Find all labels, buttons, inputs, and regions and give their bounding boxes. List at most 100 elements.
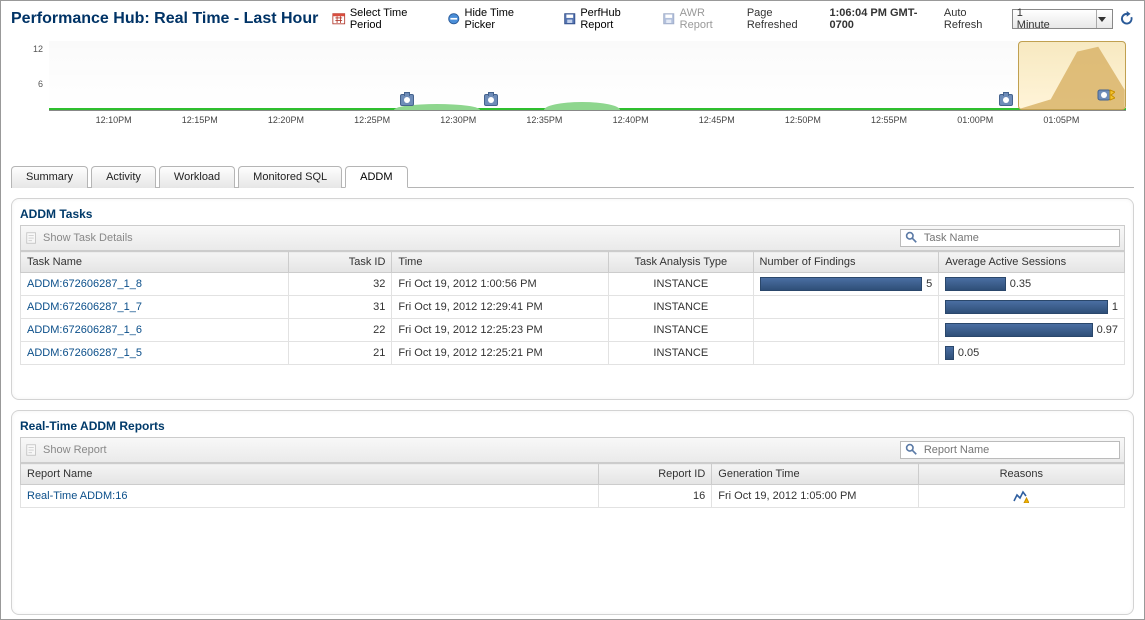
x-tick: 12:55PM xyxy=(871,115,907,125)
task-name-link[interactable]: ADDM:672606287_1_5 xyxy=(27,347,142,359)
task-name-link[interactable]: ADDM:672606287_1_8 xyxy=(27,278,142,290)
report-id: 16 xyxy=(598,485,711,508)
addm-reports-title: Real-Time ADDM Reports xyxy=(20,415,1125,437)
show-task-details-button: Show Task Details xyxy=(25,231,133,245)
app-window: Performance Hub: Real Time - Last Hour S… xyxy=(0,0,1145,620)
task-analysis-type: INSTANCE xyxy=(609,296,753,319)
addm-reports-panel: Real-Time ADDM Reports Show Report Repor… xyxy=(11,410,1134,615)
task-id: 32 xyxy=(289,273,392,296)
tab-workload[interactable]: Workload xyxy=(159,166,235,188)
table-header-row: Task Name Task ID Time Task Analysis Typ… xyxy=(21,252,1125,273)
x-tick: 12:25PM xyxy=(354,115,390,125)
perfhub-report-label: PerfHub Report xyxy=(580,7,654,31)
chevron-down-icon xyxy=(1096,10,1107,28)
addm-tasks-title: ADDM Tasks xyxy=(20,203,1125,225)
sessions-bar: 0.05 xyxy=(945,346,1118,360)
addm-tasks-panel: ADDM Tasks Show Task Details Task Name xyxy=(11,198,1134,400)
col-generation-time[interactable]: Generation Time xyxy=(712,464,918,485)
show-task-details-label: Show Task Details xyxy=(43,232,133,244)
chart-plot[interactable] xyxy=(49,41,1126,111)
task-search-input[interactable] xyxy=(922,231,1115,245)
addm-reports-table: Report Name Report ID Generation Time Re… xyxy=(20,463,1125,508)
snapshot-icon[interactable] xyxy=(999,94,1013,106)
addm-marker-icon[interactable] xyxy=(1097,87,1115,106)
col-report-id[interactable]: Report ID xyxy=(598,464,711,485)
task-name-link[interactable]: ADDM:672606287_1_7 xyxy=(27,301,142,313)
col-task-id[interactable]: Task ID xyxy=(289,252,392,273)
chart-y-axis: 12 6 xyxy=(27,43,43,119)
x-tick: 12:45PM xyxy=(699,115,735,125)
page-refreshed-label: Page Refreshed xyxy=(747,7,824,31)
tab-monitored-sql[interactable]: Monitored SQL xyxy=(238,166,342,188)
task-analysis-type: INSTANCE xyxy=(609,273,753,296)
auto-refresh-value: 1 Minute xyxy=(1017,7,1057,31)
x-tick: 01:00PM xyxy=(957,115,993,125)
table-row[interactable]: ADDM:672606287_1_7 31Fri Oct 19, 2012 12:… xyxy=(21,296,1125,319)
chart-warning-icon xyxy=(1013,489,1029,503)
auto-refresh-select[interactable]: 1 Minute xyxy=(1012,9,1113,29)
details-icon xyxy=(25,231,39,245)
tab-summary[interactable]: Summary xyxy=(11,166,88,188)
addm-tasks-action-row: Show Task Details xyxy=(20,225,1125,251)
task-name-link[interactable]: ADDM:672606287_1_6 xyxy=(27,324,142,336)
col-time[interactable]: Time xyxy=(392,252,609,273)
header-right-group: Page Refreshed 1:06:04 PM GMT-0700 Auto … xyxy=(747,7,1134,31)
search-icon xyxy=(905,443,918,457)
x-tick: 12:20PM xyxy=(268,115,304,125)
save-icon xyxy=(662,12,676,26)
auto-refresh-label: Auto Refresh xyxy=(944,7,1006,31)
sessions-bar: 1 xyxy=(945,300,1118,314)
show-report-label: Show Report xyxy=(43,444,107,456)
x-tick: 12:50PM xyxy=(785,115,821,125)
x-tick: 12:35PM xyxy=(526,115,562,125)
report-search-input[interactable] xyxy=(922,443,1115,457)
task-time: Fri Oct 19, 2012 12:25:21 PM xyxy=(392,342,609,365)
addm-reports-action-row: Show Report xyxy=(20,437,1125,463)
hide-time-picker-label: Hide Time Picker xyxy=(465,7,545,31)
refresh-button[interactable] xyxy=(1119,11,1134,27)
report-reasons[interactable] xyxy=(918,485,1124,508)
col-task-name[interactable]: Task Name xyxy=(21,252,289,273)
table-row[interactable]: ADDM:672606287_1_8 32Fri Oct 19, 2012 1:0… xyxy=(21,273,1125,296)
minus-circle-icon xyxy=(447,12,461,26)
col-sessions[interactable]: Average Active Sessions xyxy=(939,252,1125,273)
perfhub-report-button[interactable]: PerfHub Report xyxy=(563,7,654,31)
task-analysis-type: INSTANCE xyxy=(609,319,753,342)
snapshot-icon[interactable] xyxy=(400,94,414,106)
findings-bar: 5 xyxy=(760,277,933,291)
time-picker-chart[interactable]: 12 6 12:10PM12:15PM12:20PM12:25PM12:30PM… xyxy=(9,37,1136,147)
task-analysis-type: INSTANCE xyxy=(609,342,753,365)
report-search-box[interactable] xyxy=(900,441,1120,459)
hide-time-picker-button[interactable]: Hide Time Picker xyxy=(447,7,545,31)
select-time-period-button[interactable]: Select Time Period xyxy=(332,7,439,31)
task-time: Fri Oct 19, 2012 1:00:56 PM xyxy=(392,273,609,296)
header-toolbar: Performance Hub: Real Time - Last Hour S… xyxy=(5,5,1140,35)
task-id: 31 xyxy=(289,296,392,319)
col-analysis-type[interactable]: Task Analysis Type xyxy=(609,252,753,273)
x-tick: 12:40PM xyxy=(613,115,649,125)
task-time: Fri Oct 19, 2012 12:29:41 PM xyxy=(392,296,609,319)
table-row[interactable]: ADDM:672606287_1_622Fri Oct 19, 2012 12:… xyxy=(21,319,1125,342)
page-refreshed-time: 1:06:04 PM GMT-0700 xyxy=(829,7,937,31)
table-row[interactable]: ADDM:672606287_1_521Fri Oct 19, 2012 12:… xyxy=(21,342,1125,365)
sessions-bar: 0.35 xyxy=(945,277,1118,291)
sessions-bar: 0.97 xyxy=(945,323,1118,337)
tab-bar: Summary Activity Workload Monitored SQL … xyxy=(11,165,1134,188)
y-tick: 12 xyxy=(33,44,43,54)
addm-tasks-table: Task Name Task ID Time Task Analysis Typ… xyxy=(20,251,1125,365)
select-time-period-label: Select Time Period xyxy=(350,7,439,31)
tab-addm[interactable]: ADDM xyxy=(345,166,407,188)
show-report-button: Show Report xyxy=(25,443,107,457)
y-tick: 6 xyxy=(38,79,43,89)
col-reasons[interactable]: Reasons xyxy=(918,464,1124,485)
report-name-link[interactable]: Real-Time ADDM:16 xyxy=(27,490,127,502)
col-report-name[interactable]: Report Name xyxy=(21,464,599,485)
task-search-box[interactable] xyxy=(900,229,1120,247)
calendar-icon xyxy=(332,12,346,26)
chart-x-axis: 12:10PM12:15PM12:20PM12:25PM12:30PM12:35… xyxy=(49,115,1126,141)
col-findings[interactable]: Number of Findings xyxy=(753,252,939,273)
tab-activity[interactable]: Activity xyxy=(91,166,156,188)
awr-report-label: AWR Report xyxy=(680,7,739,31)
snapshot-icon[interactable] xyxy=(484,94,498,106)
table-row[interactable]: Real-Time ADDM:1616Fri Oct 19, 2012 1:05… xyxy=(21,485,1125,508)
